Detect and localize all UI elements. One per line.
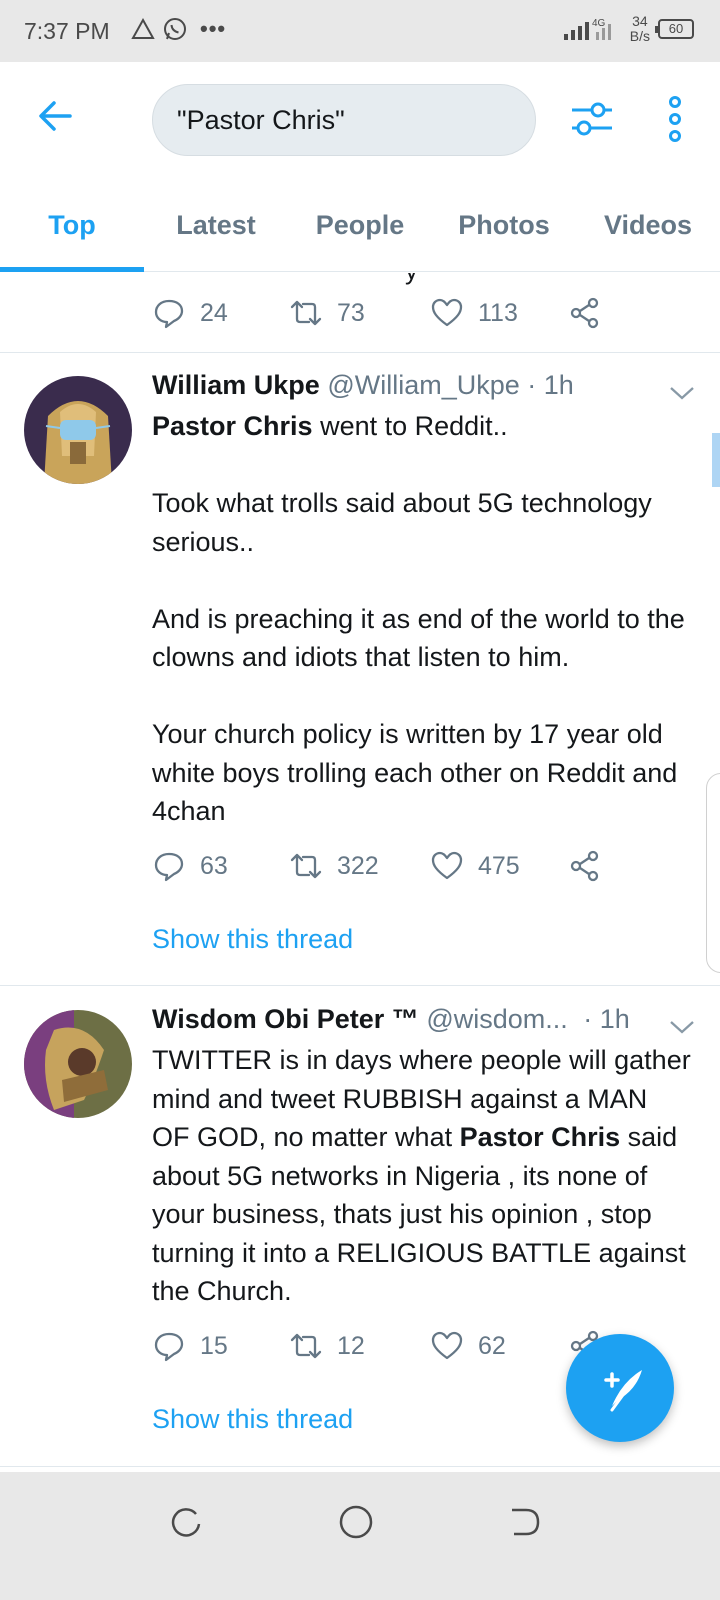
search-input[interactable]: "Pastor Chris"	[152, 84, 536, 156]
network-speed: 34 B/s	[629, 13, 650, 44]
heart-icon	[431, 1331, 463, 1360]
reply-icon	[154, 299, 184, 329]
pharaoh-avatar-icon	[24, 376, 132, 484]
tweet-divider	[0, 1466, 720, 1467]
tweet-header: Wisdom Obi Peter ™ @wisdom... · 1h	[152, 1004, 630, 1035]
heart-icon	[431, 851, 463, 880]
tweet-author-name[interactable]: Wisdom Obi Peter ™	[152, 1004, 419, 1034]
retweet-icon	[290, 300, 322, 326]
alert-triangle-icon	[131, 17, 155, 39]
like-button[interactable]: 62	[430, 1329, 568, 1363]
system-nav-bar	[0, 1472, 720, 1600]
search-header: "Pastor Chris"	[0, 62, 720, 182]
like-button[interactable]: 113	[430, 296, 568, 330]
tweet-divider	[0, 985, 720, 986]
tweet-text: TWITTER is in days where people will gat…	[152, 1045, 699, 1306]
tweet-feed[interactable]: y 24 73 113 William Ukpe @W	[0, 273, 720, 1495]
sliders-icon	[572, 102, 612, 136]
arrow-left-icon	[39, 101, 72, 131]
reply-icon	[154, 852, 184, 882]
tweet-actions: 63 322 475	[152, 846, 602, 886]
whatsapp-icon	[164, 18, 186, 40]
more-notifications-icon: •••	[200, 16, 227, 41]
reply-icon	[154, 1332, 184, 1362]
compose-feather-icon	[604, 1370, 642, 1412]
retweet-button[interactable]: 73	[289, 296, 430, 330]
back-nav-button[interactable]	[506, 1502, 546, 1542]
user-photo-avatar-icon	[24, 1010, 132, 1118]
recent-apps-button[interactable]	[166, 1502, 206, 1542]
tab-people[interactable]: People	[288, 182, 432, 272]
avatar[interactable]	[24, 1010, 132, 1118]
chevron-down-icon[interactable]	[668, 383, 696, 403]
tweet-actions: 15 12 62	[152, 1326, 602, 1366]
share-button[interactable]	[568, 296, 602, 330]
share-icon	[570, 297, 599, 329]
tweet-text: Pastor Chris went to Reddit.. Took what …	[152, 411, 685, 826]
like-button[interactable]: 475	[430, 849, 568, 883]
search-tabs: Top Latest People Photos Videos	[0, 182, 720, 272]
tweet-divider	[0, 352, 720, 353]
status-bar: 7:37 PM ••• 4G 34 B/s 60	[0, 0, 720, 62]
reply-button[interactable]: 24	[152, 296, 289, 330]
partial-tweet-text: y	[405, 273, 418, 286]
more-options-button[interactable]	[660, 94, 690, 144]
home-circle-icon	[339, 1505, 373, 1539]
heart-icon	[431, 298, 463, 327]
chevron-down-icon[interactable]	[668, 1017, 696, 1037]
status-time: 7:37 PM	[24, 18, 110, 44]
share-icon	[570, 850, 599, 882]
tweet-author-handle[interactable]: @William_Ukpe	[327, 370, 519, 400]
tweet-author-name[interactable]: William Ukpe	[152, 370, 320, 400]
tab-videos[interactable]: Videos	[576, 182, 720, 272]
tab-top[interactable]: Top	[0, 182, 144, 272]
battery-icon: 60	[655, 19, 694, 39]
retweet-icon	[290, 853, 322, 879]
tab-photos[interactable]: Photos	[432, 182, 576, 272]
network-type: 4G	[592, 18, 606, 29]
back-arc-icon	[512, 1508, 540, 1536]
recent-apps-icon	[171, 1508, 201, 1537]
share-button[interactable]	[568, 849, 602, 883]
retweet-button[interactable]: 12	[289, 1329, 430, 1363]
scrollbar-thumb[interactable]	[712, 433, 720, 487]
tweet-header: William Ukpe @William_Ukpe · 1h	[152, 370, 574, 401]
show-thread-link[interactable]: Show this thread	[152, 924, 353, 955]
avatar[interactable]	[24, 376, 132, 484]
retweet-button[interactable]: 322	[289, 849, 430, 883]
search-filter-button[interactable]	[568, 98, 616, 142]
show-thread-link[interactable]: Show this thread	[152, 1404, 353, 1435]
back-button[interactable]	[34, 94, 78, 138]
tab-latest[interactable]: Latest	[144, 182, 288, 272]
side-edge-handle[interactable]	[706, 773, 720, 973]
tweet-author-handle[interactable]: @wisdom...	[426, 1004, 567, 1034]
home-button[interactable]	[336, 1502, 376, 1542]
compose-tweet-button[interactable]	[566, 1334, 674, 1442]
reply-button[interactable]: 63	[152, 849, 289, 883]
vertical-dots-icon	[669, 96, 681, 142]
signal-icon: 4G	[563, 18, 611, 40]
notification-icons: •••	[130, 16, 226, 42]
tweet-time: · 1h	[527, 370, 574, 400]
tweet-time: · 1h	[583, 1004, 630, 1034]
retweet-icon	[290, 1333, 322, 1359]
active-tab-indicator	[0, 267, 144, 272]
reply-button[interactable]: 15	[152, 1329, 289, 1363]
tweet-actions: 24 73 113	[152, 293, 602, 333]
